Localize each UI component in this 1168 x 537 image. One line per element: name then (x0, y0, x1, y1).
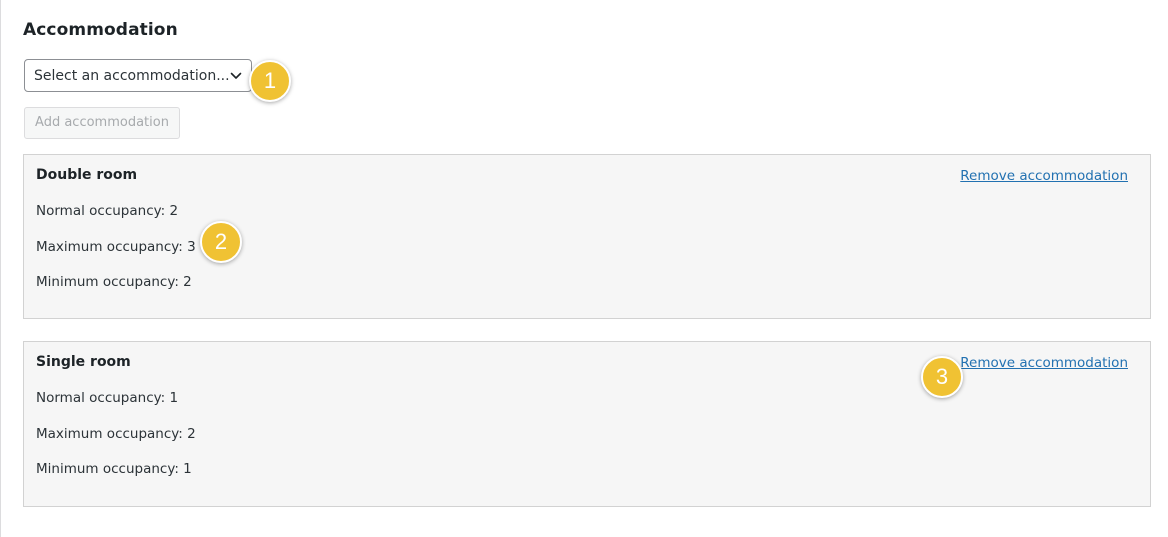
add-accommodation-button[interactable]: Add accommodation (24, 107, 180, 139)
normal-occupancy: Normal occupancy: 2 (36, 203, 179, 219)
room-card-single: Single room Remove accommodation Normal … (23, 341, 1151, 507)
room-name: Single room (36, 354, 131, 370)
remove-accommodation-link[interactable]: Remove accommodation (960, 168, 1128, 184)
chevron-down-icon (230, 72, 242, 79)
step-badge-2: 2 (200, 221, 242, 263)
step-badge-3: 3 (921, 356, 963, 398)
maximum-occupancy: Maximum occupancy: 3 (36, 239, 196, 255)
page: Accommodation Select an accommodation...… (0, 0, 1168, 537)
remove-accommodation-link[interactable]: Remove accommodation (960, 355, 1128, 371)
accommodation-select-value: Select an accommodation... (34, 67, 230, 84)
section-title: Accommodation (23, 20, 178, 40)
maximum-occupancy: Maximum occupancy: 2 (36, 426, 196, 442)
normal-occupancy: Normal occupancy: 1 (36, 390, 179, 406)
room-card-double: Double room Remove accommodation Normal … (23, 154, 1151, 319)
room-name: Double room (36, 167, 138, 183)
accommodation-select[interactable]: Select an accommodation... (24, 59, 252, 92)
minimum-occupancy: Minimum occupancy: 2 (36, 274, 192, 290)
minimum-occupancy: Minimum occupancy: 1 (36, 461, 192, 477)
step-badge-1: 1 (249, 60, 291, 102)
